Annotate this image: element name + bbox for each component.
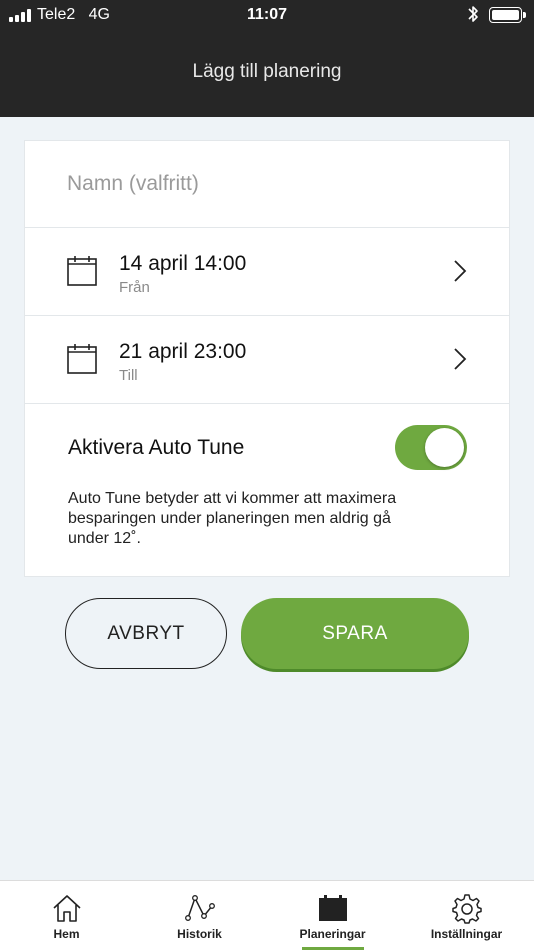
battery-cap bbox=[523, 12, 526, 18]
status-bar: Tele2 4G 11:07 bbox=[0, 0, 534, 30]
to-date-value: 21 april 23:00 bbox=[119, 340, 247, 363]
gear-icon bbox=[451, 894, 482, 924]
tab-history[interactable]: Historik bbox=[133, 881, 266, 950]
battery-icon bbox=[489, 7, 522, 23]
to-date-row[interactable]: 21 april 23:00 Till bbox=[25, 316, 509, 404]
status-time: 11:07 bbox=[246, 6, 288, 23]
auto-tune-row: Aktivera Auto Tune Auto Tune betyder att… bbox=[25, 404, 509, 578]
calendar-icon bbox=[67, 256, 97, 286]
chevron-right-icon bbox=[454, 260, 467, 282]
home-icon bbox=[52, 895, 81, 922]
toggle-knob bbox=[425, 428, 464, 467]
tab-planning[interactable]: Planeringar bbox=[266, 881, 399, 950]
from-date-row[interactable]: 14 april 14:00 Från bbox=[25, 228, 509, 316]
name-row bbox=[25, 141, 509, 228]
tab-bar: Hem Historik Planeringar Inställningar bbox=[0, 880, 534, 950]
calendar-icon bbox=[318, 895, 347, 921]
tab-home[interactable]: Hem bbox=[0, 881, 133, 950]
planning-form-card: 14 april 14:00 Från 21 april 23:00 Till … bbox=[24, 140, 510, 577]
from-date-value: 14 april 14:00 bbox=[119, 252, 247, 275]
to-date-label: Till bbox=[119, 367, 138, 384]
tab-settings-label: Inställningar bbox=[430, 927, 503, 941]
history-icon bbox=[184, 895, 215, 921]
page-title: Lägg till planering bbox=[192, 61, 342, 82]
tab-settings[interactable]: Inställningar bbox=[400, 881, 533, 950]
bluetooth-icon bbox=[468, 6, 478, 22]
cancel-button[interactable]: AVBRYT bbox=[65, 598, 227, 669]
tab-history-label: Historik bbox=[177, 927, 222, 941]
auto-tune-toggle[interactable] bbox=[395, 425, 467, 470]
save-button[interactable]: SPARA bbox=[241, 598, 469, 669]
from-date-label: Från bbox=[119, 279, 150, 296]
name-input[interactable] bbox=[67, 169, 467, 199]
chevron-right-icon bbox=[454, 348, 467, 370]
auto-tune-label: Aktivera Auto Tune bbox=[68, 436, 245, 459]
calendar-icon bbox=[67, 344, 97, 374]
tab-home-label: Hem bbox=[53, 927, 80, 941]
tab-planning-label: Planeringar bbox=[299, 927, 366, 941]
auto-tune-description: Auto Tune betyder att vi kommer att maxi… bbox=[68, 490, 397, 547]
top-bar: Tele2 4G 11:07 Lägg till planering bbox=[0, 0, 534, 117]
